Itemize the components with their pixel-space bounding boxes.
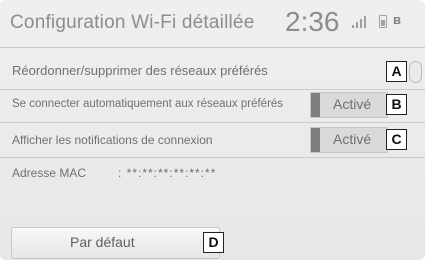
header-bar: Configuration Wi-Fi détaillée 2:36 ʙ <box>0 0 425 48</box>
connection-notifications-label: Afficher les notifications de connexion <box>12 133 213 147</box>
default-button-label: Par défaut <box>70 234 135 250</box>
reorder-networks-row[interactable]: Réordonner/supprimer des réseaux préféré… <box>0 55 425 90</box>
callout-d: D <box>203 232 224 253</box>
bluetooth-icon: ʙ <box>393 12 401 27</box>
callout-a: A <box>386 61 407 82</box>
connection-notifications-row[interactable]: Afficher les notifications de connexion … <box>0 123 425 158</box>
auto-connect-label: Se connecter automatiquement aux réseaux… <box>12 98 284 110</box>
status-icons: ʙ <box>352 12 422 30</box>
toggle-state-label: Activé <box>333 131 372 147</box>
mac-address-label: Adresse MAC <box>12 166 87 180</box>
toggle-state-label: Activé <box>333 96 372 112</box>
page-title: Configuration Wi-Fi détaillée <box>10 12 255 33</box>
mac-address-value: : **:**:**:**:**:** <box>118 166 217 180</box>
auto-connect-toggle[interactable]: Activé <box>310 92 388 118</box>
toggle-indicator <box>311 93 320 117</box>
chevron-right-icon <box>409 61 422 83</box>
callout-b: B <box>386 94 407 115</box>
clock: 2:36 <box>285 6 340 37</box>
battery-icon <box>379 15 387 28</box>
notifications-toggle[interactable]: Activé <box>310 127 388 153</box>
auto-connect-row[interactable]: Se connecter automatiquement aux réseaux… <box>0 88 425 123</box>
callout-c: C <box>386 129 407 150</box>
default-button[interactable]: Par défaut <box>11 227 220 259</box>
reorder-networks-label: Réordonner/supprimer des réseaux préféré… <box>12 63 268 78</box>
signal-icon <box>352 14 372 28</box>
toggle-indicator <box>311 128 320 152</box>
wifi-settings-screen: Configuration Wi-Fi détaillée 2:36 ʙ Réo… <box>0 0 425 260</box>
